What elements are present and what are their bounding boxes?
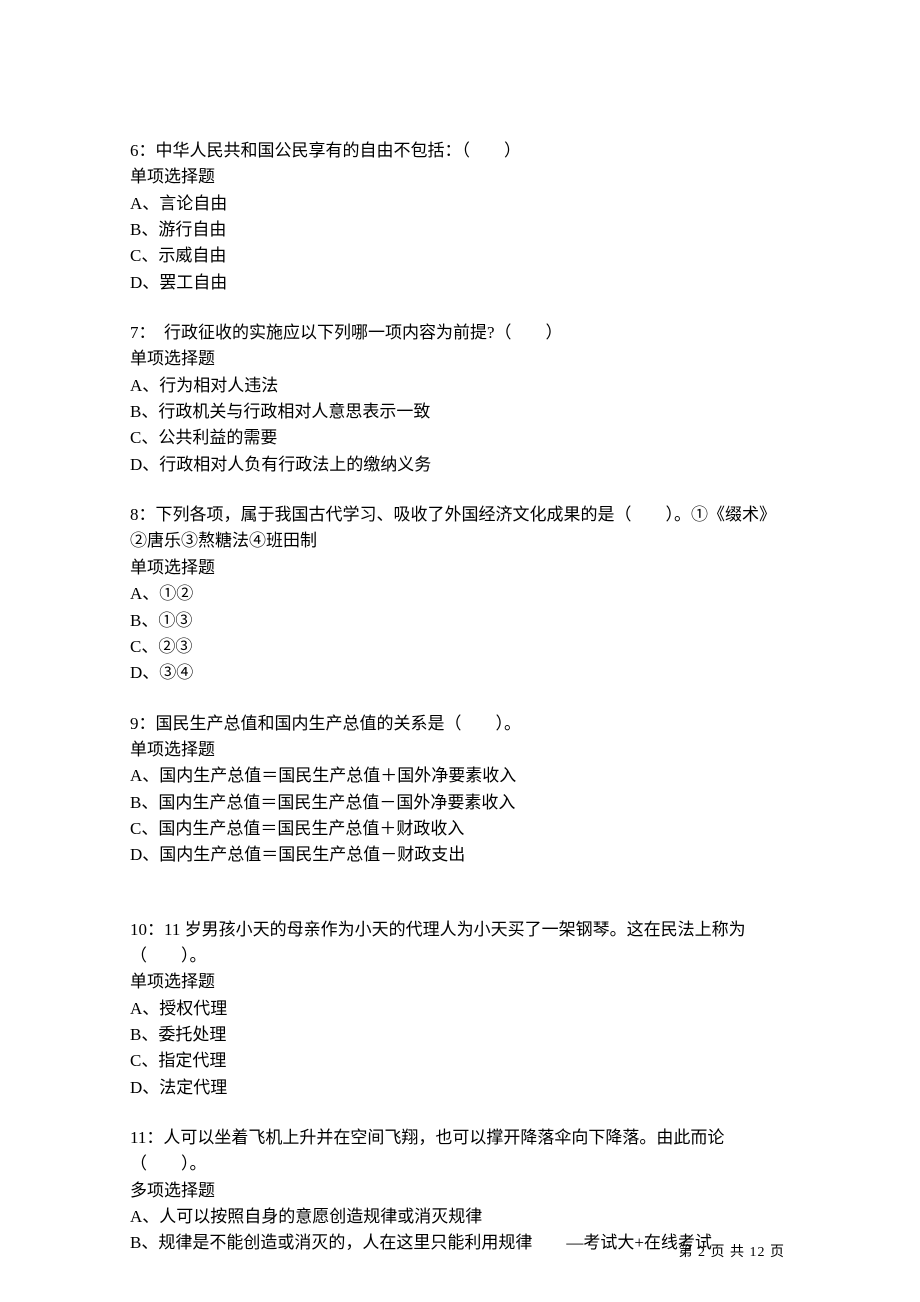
question-option: B、委托处理 [130, 1022, 790, 1048]
questions-container: 6：中华人民共和国公民享有的自由不包括：（ ）单项选择题A、言论自由B、游行自由… [130, 138, 790, 1257]
question-option: B、行政机关与行政相对人意思表示一致 [130, 399, 790, 425]
question-option: B、国内生产总值＝国民生产总值－国外净要素收入 [130, 790, 790, 816]
question-option: A、人可以按照自身的意愿创造规律或消灭规律 [130, 1204, 790, 1230]
question-type: 单项选择题 [130, 346, 790, 372]
question-option: B、①③ [130, 608, 790, 634]
question-option: C、示威自由 [130, 243, 790, 269]
question-option: D、国内生产总值＝国民生产总值－财政支出 [130, 842, 790, 868]
question-option: C、指定代理 [130, 1048, 790, 1074]
question-option: D、法定代理 [130, 1075, 790, 1101]
page-footer: 第 2 页 共 12 页 [679, 1242, 786, 1264]
question-option: D、③④ [130, 660, 790, 686]
question-block: 7： 行政征收的实施应以下列哪一项内容为前提?（ ）单项选择题A、行为相对人违法… [130, 320, 790, 478]
question-type: 单项选择题 [130, 969, 790, 995]
question-option: D、行政相对人负有行政法上的缴纳义务 [130, 452, 790, 478]
question-type: 多项选择题 [130, 1178, 790, 1204]
question-option: B、游行自由 [130, 217, 790, 243]
question-type: 单项选择题 [130, 737, 790, 763]
question-option: C、②③ [130, 634, 790, 660]
question-option: C、公共利益的需要 [130, 425, 790, 451]
question-option: C、国内生产总值＝国民生产总值＋财政收入 [130, 816, 790, 842]
question-option: A、①② [130, 581, 790, 607]
question-option: A、授权代理 [130, 996, 790, 1022]
question-stem: 7： 行政征收的实施应以下列哪一项内容为前提?（ ） [130, 320, 790, 346]
question-block: 11：人可以坐着飞机上升并在空间飞翔，也可以撑开降落伞向下降落。由此而论（ ）。… [130, 1125, 790, 1257]
question-option: A、言论自由 [130, 191, 790, 217]
page-content: 6：中华人民共和国公民享有的自由不包括：（ ）单项选择题A、言论自由B、游行自由… [0, 0, 920, 1257]
question-block: 10：11 岁男孩小天的母亲作为小天的代理人为小天买了一架钢琴。这在民法上称为（… [130, 917, 790, 1101]
question-option: D、罢工自由 [130, 270, 790, 296]
question-option: A、国内生产总值＝国民生产总值＋国外净要素收入 [130, 763, 790, 789]
question-option: A、行为相对人违法 [130, 373, 790, 399]
question-block: 8：下列各项，属于我国古代学习、吸收了外国经济文化成果的是（ ）。①《缀术》②唐… [130, 502, 790, 686]
question-stem: 9：国民生产总值和国内生产总值的关系是（ ）。 [130, 711, 790, 737]
question-type: 单项选择题 [130, 555, 790, 581]
spacing [130, 893, 790, 917]
question-stem: 6：中华人民共和国公民享有的自由不包括：（ ） [130, 138, 790, 164]
question-stem: 10：11 岁男孩小天的母亲作为小天的代理人为小天买了一架钢琴。这在民法上称为（… [130, 917, 790, 970]
question-block: 9：国民生产总值和国内生产总值的关系是（ ）。单项选择题A、国内生产总值＝国民生… [130, 711, 790, 869]
question-stem: 11：人可以坐着飞机上升并在空间飞翔，也可以撑开降落伞向下降落。由此而论（ ）。 [130, 1125, 790, 1178]
question-block: 6：中华人民共和国公民享有的自由不包括：（ ）单项选择题A、言论自由B、游行自由… [130, 138, 790, 296]
question-stem: 8：下列各项，属于我国古代学习、吸收了外国经济文化成果的是（ ）。①《缀术》②唐… [130, 502, 790, 555]
question-type: 单项选择题 [130, 164, 790, 190]
